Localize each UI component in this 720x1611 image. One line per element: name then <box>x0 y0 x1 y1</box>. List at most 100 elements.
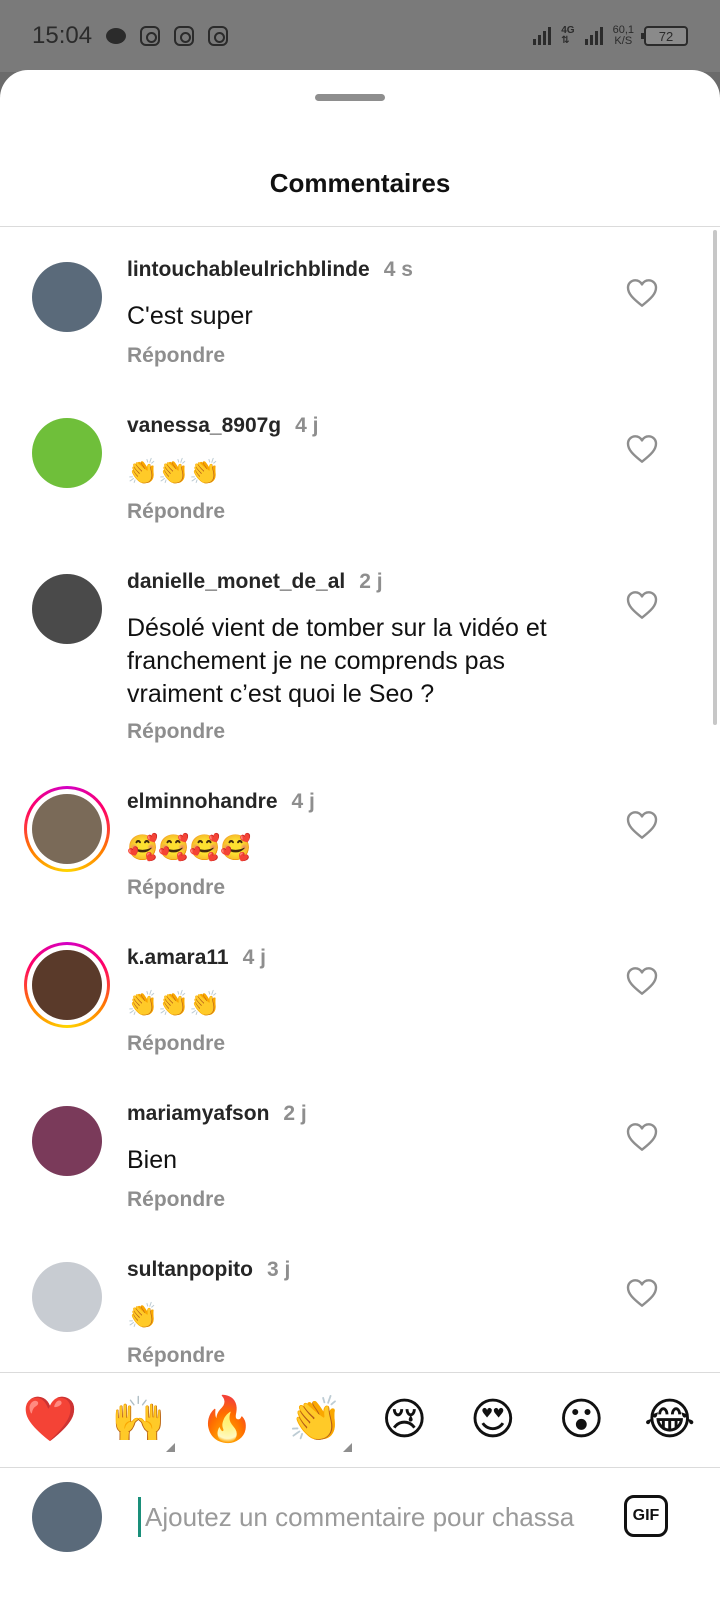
reply-button[interactable]: Répondre <box>127 1188 225 1212</box>
composer-avatar <box>32 1482 102 1552</box>
comment-item: lintouchableulrichblinde 4 s C'est super… <box>0 258 720 408</box>
emoji-reaction-button[interactable]: 😍 <box>463 1398 523 1442</box>
avatar <box>32 950 102 1020</box>
comment-text: Désolé vient de tomber sur la vidéo et f… <box>127 614 547 708</box>
comment-username[interactable]: vanessa_8907g <box>127 414 281 438</box>
comment-header: k.amara11 4 j <box>127 946 266 970</box>
emoji-reaction-button[interactable]: 🙌 <box>109 1398 175 1452</box>
reply-button[interactable]: Répondre <box>127 1032 225 1056</box>
emoji-reaction-button[interactable]: 🔥 <box>197 1398 257 1442</box>
reply-button[interactable]: Répondre <box>127 720 225 744</box>
status-bar: 15:04 4G ⇅ 60,1 K/S 72 <box>0 0 720 72</box>
reply-button[interactable]: Répondre <box>127 344 225 368</box>
avatar <box>32 574 102 644</box>
comment-text: 🥰🥰🥰🥰 <box>127 834 252 862</box>
comment-time: 4 j <box>295 414 319 437</box>
story-ring[interactable] <box>24 942 110 1028</box>
comment-item: elminnohandre 4 j 🥰🥰🥰🥰 Répondre <box>0 786 720 940</box>
comment-time: 4 s <box>383 258 413 281</box>
instagram-icon <box>174 26 195 46</box>
emoji-reaction-button[interactable]: 😮 <box>551 1398 611 1442</box>
comment-avatar[interactable] <box>32 418 102 488</box>
heart-icon[interactable] <box>626 810 658 840</box>
drag-handle[interactable] <box>315 94 385 101</box>
emoji-quick-bar: ❤️ 🙌 🔥 👏 😢 😍 😮 😂 <box>0 1372 720 1468</box>
comment-time: 3 j <box>266 1258 291 1281</box>
comment-header: sultanpopito 3 j <box>127 1258 290 1282</box>
emoji-reaction-button[interactable]: 😢 <box>374 1398 434 1442</box>
reply-button[interactable]: Répondre <box>127 1344 225 1368</box>
comment-input[interactable] <box>138 1497 608 1537</box>
heart-icon[interactable] <box>626 278 658 308</box>
heart-icon[interactable] <box>626 590 658 620</box>
instagram-icon <box>140 26 161 46</box>
comment-avatar[interactable] <box>32 1106 102 1176</box>
comment-header: mariamyafson 2 j <box>127 1102 307 1126</box>
comment-text: 👏👏👏 <box>127 990 221 1018</box>
comment-text: C'est super <box>127 302 253 330</box>
avatar <box>32 418 102 488</box>
emoji-reaction-button[interactable]: 👏 <box>286 1398 352 1452</box>
avatar <box>32 1106 102 1176</box>
story-ring[interactable] <box>24 786 110 872</box>
network-speed: 60,1 K/S <box>613 25 634 47</box>
comment-text: Bien <box>127 1146 178 1174</box>
skin-tone-indicator-icon <box>342 1443 352 1452</box>
signal-icon <box>584 27 603 45</box>
comment-username[interactable]: elminnohandre <box>127 790 278 814</box>
comment-time: 4 j <box>242 946 266 969</box>
comment-time: 4 j <box>291 790 315 813</box>
avatar <box>32 262 102 332</box>
heart-icon[interactable] <box>626 966 658 996</box>
comments-sheet: Commentaires lintouchableulrichblinde 4 … <box>0 70 720 1611</box>
comment-header: elminnohandre 4 j <box>127 790 315 814</box>
comment-avatar[interactable] <box>24 786 110 872</box>
skin-tone-indicator-icon <box>165 1443 175 1452</box>
message-bubble-icon <box>106 28 127 44</box>
comment-avatar[interactable] <box>32 262 102 332</box>
comment-header: danielle_monet_de_al 2 j <box>127 570 383 594</box>
reply-button[interactable]: Répondre <box>127 500 225 524</box>
comment-header: lintouchableulrichblinde 4 s <box>127 258 413 282</box>
network-type: 4G ⇅ <box>561 26 574 46</box>
comment-item: mariamyafson 2 j Bien Répondre <box>0 1102 720 1252</box>
gif-button[interactable]: GIF <box>624 1495 668 1537</box>
reply-button[interactable]: Répondre <box>127 876 225 900</box>
data-arrows-icon: ⇅ <box>561 35 570 46</box>
comment-time: 2 j <box>283 1102 307 1125</box>
comment-avatar[interactable] <box>24 942 110 1028</box>
sheet-title: Commentaires <box>269 168 451 198</box>
comment-username[interactable]: mariamyafson <box>127 1102 269 1126</box>
divider <box>0 226 720 227</box>
battery-icon: 72 <box>641 26 688 46</box>
status-bar-left: 15:04 <box>32 22 229 50</box>
comment-username[interactable]: danielle_monet_de_al <box>127 570 345 594</box>
status-time: 15:04 <box>32 22 93 49</box>
heart-icon[interactable] <box>626 434 658 464</box>
battery-level: 72 <box>658 28 674 44</box>
comment-item: danielle_monet_de_al 2 j Désolé vient de… <box>0 570 720 743</box>
comment-item: vanessa_8907g 4 j 👏👏👏 Répondre <box>0 414 720 564</box>
avatar <box>32 1262 102 1332</box>
instagram-icon <box>208 26 229 46</box>
comment-avatar[interactable] <box>32 1262 102 1332</box>
heart-icon[interactable] <box>626 1278 658 1308</box>
emoji-reaction-button[interactable]: 😂 <box>640 1398 700 1442</box>
avatar <box>32 794 102 864</box>
comment-header: vanessa_8907g 4 j <box>127 414 319 438</box>
signal-icon <box>533 27 552 45</box>
emoji-reaction-button[interactable]: ❤️ <box>20 1398 80 1442</box>
comment-username[interactable]: sultanpopito <box>127 1258 253 1282</box>
status-bar-right: 4G ⇅ 60,1 K/S 72 <box>533 25 688 47</box>
avatar <box>32 1482 102 1552</box>
comment-composer: GIF <box>0 1469 720 1611</box>
comment-text: 👏 <box>127 1302 159 1330</box>
comment-username[interactable]: k.amara11 <box>127 946 229 970</box>
comment-time: 2 j <box>359 570 383 593</box>
comment-username[interactable]: lintouchableulrichblinde <box>127 258 370 282</box>
comment-avatar[interactable] <box>32 574 102 644</box>
comment-item: k.amara11 4 j 👏👏👏 Répondre <box>0 942 720 1096</box>
speed-unit: K/S <box>614 35 633 47</box>
comment-text: 👏👏👏 <box>127 458 221 486</box>
heart-icon[interactable] <box>626 1122 658 1152</box>
